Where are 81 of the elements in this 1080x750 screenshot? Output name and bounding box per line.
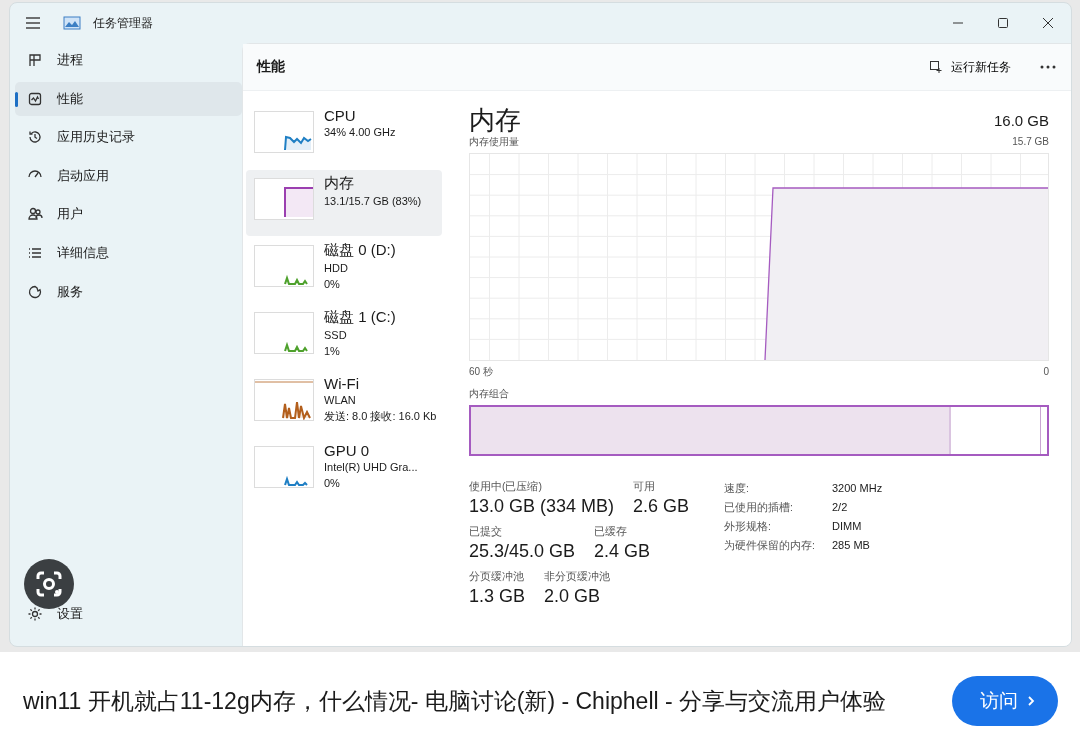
chevron-icon xyxy=(1026,694,1036,708)
stat-value: 2.0 GB xyxy=(544,585,602,608)
stat-label: 可用 xyxy=(633,480,657,494)
device-name: 内存 xyxy=(324,174,355,193)
sparkline-graph xyxy=(254,379,314,421)
device-name: Wi-Fi xyxy=(324,375,360,392)
spec-value: 3200 MHz xyxy=(832,482,883,496)
stat-value: 1.3 GB xyxy=(469,585,526,608)
graph-label: 内存组合 xyxy=(469,387,510,401)
device-info: 0% xyxy=(324,277,341,292)
window-title: 任务管理器 xyxy=(93,14,153,32)
device-item[interactable]: GPU 0 Intel(R) UHD Gra... 0% xyxy=(246,438,442,504)
spec-label: 外形规格: xyxy=(724,520,772,534)
detail-title: 内存 xyxy=(469,105,521,135)
grid-icon xyxy=(27,52,43,68)
device-name: GPU 0 xyxy=(324,442,370,459)
nav-item[interactable]: 用户 xyxy=(15,197,242,232)
stat-label: 非分页缓冲池 xyxy=(544,570,611,584)
result-title: win11 开机就占11-12g内存，什么情况- 电脑讨论(新) - Chiphell - 分享与交流用户体验 xyxy=(23,687,888,716)
device-info: SSD xyxy=(324,328,348,343)
nav-item[interactable]: 进程 xyxy=(15,43,242,77)
sparkline-graph xyxy=(254,312,314,354)
stat-label: 已缓存 xyxy=(594,525,629,539)
stat-value: 2.4 GB xyxy=(594,540,651,563)
device-name: 磁盘 1 (C:) xyxy=(324,308,396,327)
device-info: 34% 4.00 GHz xyxy=(324,125,396,140)
run-new-task-button[interactable]: 运行新任务 xyxy=(923,54,1017,80)
axis-label: 0 xyxy=(1043,365,1049,379)
lens-button[interactable] xyxy=(24,559,74,609)
users-icon xyxy=(27,206,43,223)
stat-value: 2.6 GB xyxy=(633,495,690,518)
capacity-value: 16.0 GB xyxy=(993,112,1049,131)
device-name: CPU xyxy=(324,107,357,124)
stat-value: 25.3/45.0 GB xyxy=(469,540,576,563)
stat-label: 使用中(已压缩) xyxy=(469,480,543,494)
chart-icon xyxy=(27,90,43,107)
nav-item[interactable]: 启动应用 xyxy=(15,158,242,193)
nav-item[interactable]: 服务 xyxy=(15,274,242,309)
stat-label: 分页缓冲池 xyxy=(469,570,525,584)
axis-label: 60 秒 xyxy=(469,365,493,379)
spec-label: 已使用的插槽: xyxy=(724,501,794,515)
nav-item[interactable]: 性能 xyxy=(15,81,242,116)
device-info: HDD xyxy=(324,261,349,276)
device-info: 发送: 8.0 接收: 16.0 Kb xyxy=(324,409,437,424)
spec-value: 285 MB xyxy=(832,539,871,553)
stat-label: 已提交 xyxy=(469,525,503,539)
spec-value: DIMM xyxy=(832,520,863,534)
nav-item[interactable]: 应用历史记录 xyxy=(15,120,242,155)
settings-icon xyxy=(27,606,43,623)
history-icon xyxy=(27,129,43,146)
nav-item[interactable]: 详细信息 xyxy=(15,235,242,270)
app-icon xyxy=(63,16,81,30)
device-item[interactable]: CPU 34% 4.00 GHz xyxy=(246,103,442,169)
settings-item[interactable]: 设置 xyxy=(15,597,242,632)
device-item[interactable]: Wi-Fi WLAN 发送: 8.0 接收: 16.0 Kb xyxy=(246,371,442,437)
graph-label: 内存使用量 xyxy=(469,135,519,149)
panel-title: 性能 xyxy=(257,58,285,76)
spec-label: 为硬件保留的内存: xyxy=(724,539,816,553)
device-item[interactable]: 内存 13.1/15.7 GB (83%) xyxy=(246,170,442,236)
sparkline-graph xyxy=(254,446,314,488)
sparkline-graph xyxy=(254,245,314,287)
device-item[interactable]: 磁盘 1 (C:) SSD 1% xyxy=(246,304,442,370)
device-info: Intel(R) UHD Gra... xyxy=(324,460,418,475)
close-icon[interactable] xyxy=(1041,16,1055,30)
sparkline-graph xyxy=(254,111,314,153)
device-info: 0% xyxy=(324,476,341,491)
device-info: 1% xyxy=(324,344,341,359)
more-icon[interactable] xyxy=(1039,64,1057,70)
device-info: 13.1/15.7 GB (83%) xyxy=(324,194,422,209)
sparkline-graph xyxy=(254,178,314,220)
device-info: WLAN xyxy=(324,393,357,408)
visit-button[interactable]: 访问 xyxy=(952,676,1058,726)
maximize-icon[interactable] xyxy=(996,16,1010,30)
stat-value: 13.0 GB (334 MB) xyxy=(469,495,615,518)
new-task-icon xyxy=(929,60,943,74)
axis-max-label: 15.7 GB xyxy=(1012,135,1049,149)
device-name: 磁盘 0 (D:) xyxy=(324,241,396,260)
menu-icon[interactable] xyxy=(25,16,41,30)
spec-value: 2/2 xyxy=(832,501,849,515)
device-item[interactable]: 磁盘 0 (D:) HDD 0% xyxy=(246,237,442,303)
spec-label: 速度: xyxy=(724,482,750,496)
